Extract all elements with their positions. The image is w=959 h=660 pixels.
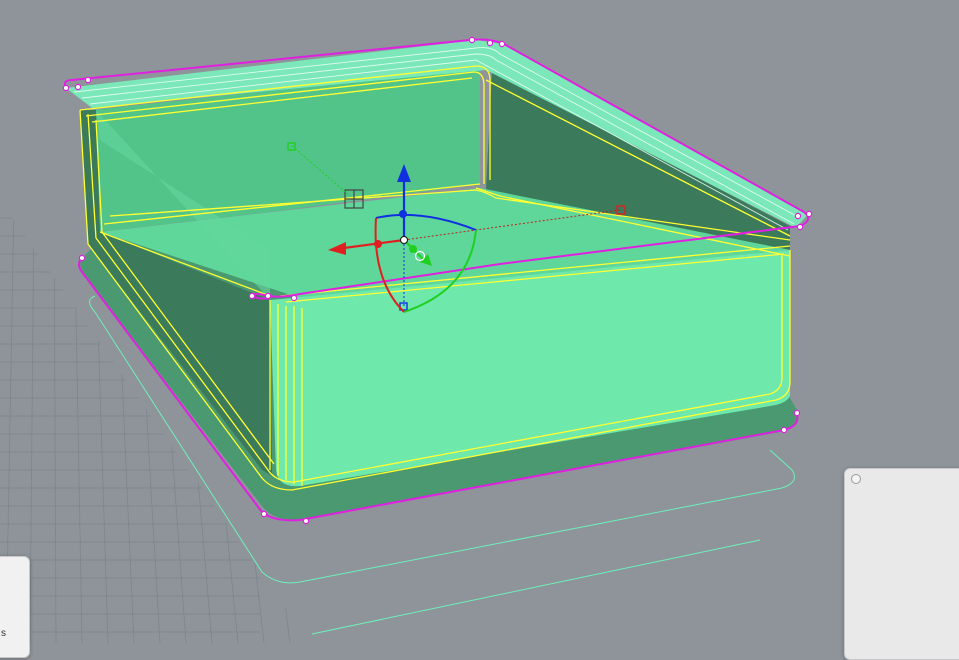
right-floating-panel[interactable] xyxy=(844,468,959,660)
left-panel-fragment-text: s xyxy=(1,628,6,639)
panel-close-icon[interactable] xyxy=(851,474,861,484)
3d-viewport[interactable] xyxy=(0,0,959,643)
